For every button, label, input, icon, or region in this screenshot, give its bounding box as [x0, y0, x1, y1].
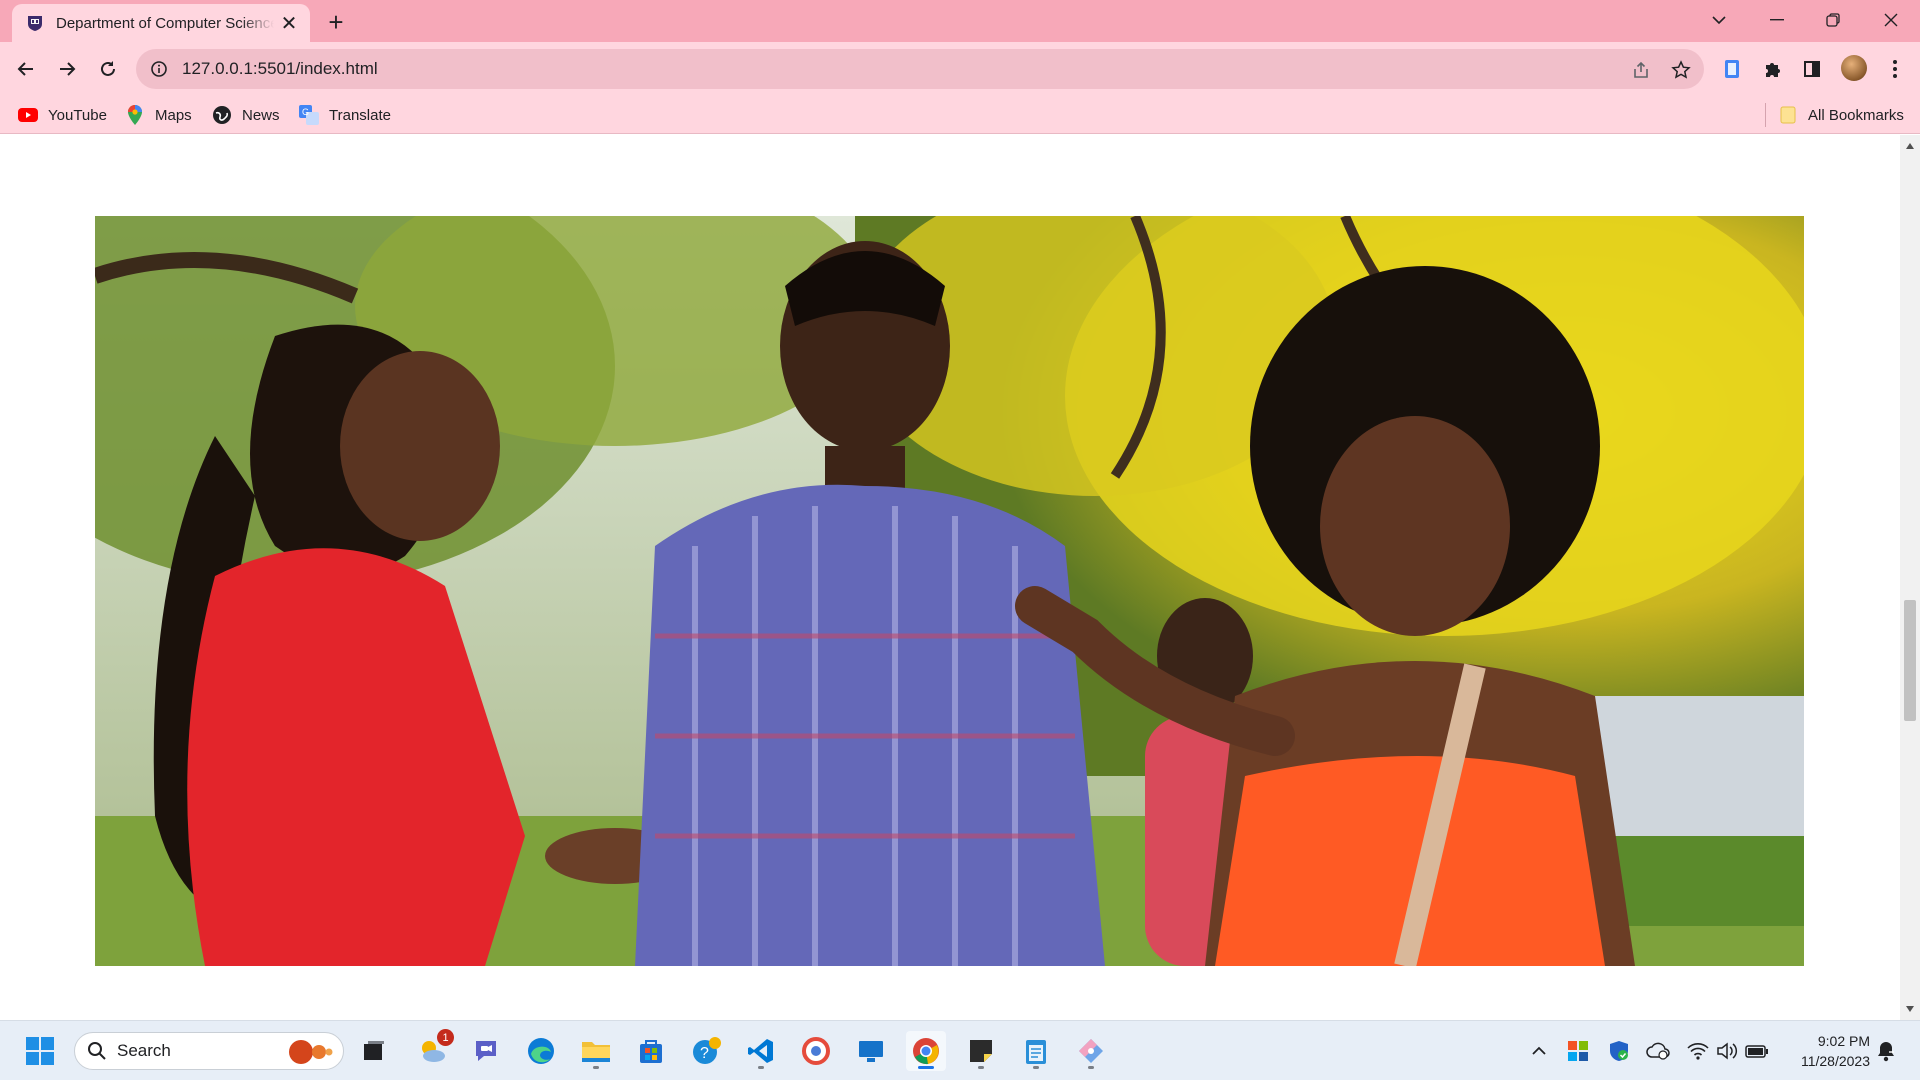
running-indicator: [758, 1066, 764, 1069]
all-bookmarks-button[interactable]: All Bookmarks: [1778, 104, 1904, 126]
bookmark-label: News: [242, 106, 280, 124]
bookmark-star-icon[interactable]: [1668, 57, 1694, 83]
browser-tab-active[interactable]: Department of Computer Science ✕: [12, 4, 310, 42]
extension-doc-icon[interactable]: [1718, 55, 1746, 83]
battery-icon[interactable]: [1745, 1039, 1769, 1063]
browser-toolbar: 127.0.0.1:5501/index.html: [0, 42, 1920, 96]
bookmark-translate[interactable]: G Translate: [299, 104, 391, 126]
notepad-icon[interactable]: [1016, 1031, 1056, 1071]
restore-icon[interactable]: [1804, 0, 1862, 40]
taskbar-search-box[interactable]: Search: [74, 1032, 344, 1070]
widgets-weather-icon[interactable]: 1: [412, 1029, 454, 1071]
bookmark-news[interactable]: News: [212, 104, 280, 126]
profile-avatar[interactable]: [1841, 55, 1867, 81]
chrome-browser-icon[interactable]: [906, 1031, 946, 1071]
notification-badge: 1: [437, 1029, 454, 1046]
task-view-icon[interactable]: [354, 1031, 394, 1071]
tab-close-icon[interactable]: ✕: [278, 12, 300, 35]
reload-icon[interactable]: [92, 53, 124, 85]
system-clock[interactable]: 9:02 PM 11/28/2023: [1780, 1031, 1870, 1071]
side-panel-icon[interactable]: [1798, 55, 1826, 83]
all-bookmarks-label: All Bookmarks: [1808, 106, 1904, 124]
start-windows-icon[interactable]: [20, 1031, 60, 1071]
scroll-up-arrow-icon[interactable]: [1905, 141, 1915, 151]
maps-icon: [125, 105, 145, 125]
bookmarks-divider: [1765, 103, 1766, 127]
edge-browser-icon[interactable]: [521, 1031, 561, 1071]
svg-text:?: ?: [700, 1045, 709, 1062]
share-icon[interactable]: [1628, 57, 1654, 83]
get-help-icon[interactable]: ?: [687, 1031, 727, 1071]
extensions-puzzle-icon[interactable]: [1758, 55, 1786, 83]
close-window-icon[interactable]: [1862, 0, 1920, 40]
url-text[interactable]: 127.0.0.1:5501/index.html: [182, 59, 378, 79]
vscode-icon[interactable]: [741, 1031, 781, 1071]
clock-time: 9:02 PM: [1817, 1033, 1870, 1049]
running-indicator: [978, 1066, 984, 1069]
remote-desktop-icon[interactable]: [851, 1031, 891, 1071]
site-info-icon[interactable]: [148, 58, 170, 80]
running-indicator: [1088, 1066, 1094, 1069]
university-crest-icon: [26, 14, 44, 32]
news-icon: [212, 105, 232, 125]
folder-icon: [1778, 105, 1798, 125]
back-arrow-icon[interactable]: [10, 53, 42, 85]
running-indicator: [1033, 1066, 1039, 1069]
search-label: Search: [117, 1041, 171, 1060]
translate-icon: G: [299, 105, 319, 125]
notification-bell-icon[interactable]: [1874, 1039, 1898, 1063]
search-icon: [87, 1041, 107, 1061]
page-scrollbar[interactable]: [1900, 135, 1920, 1020]
teams-chat-icon[interactable]: [466, 1031, 506, 1071]
page-viewport: [0, 135, 1900, 1020]
onedrive-cloud-icon[interactable]: [1646, 1039, 1670, 1063]
office-tray-icon[interactable]: [1566, 1039, 1590, 1063]
students-photo: [95, 216, 1804, 966]
security-shield-icon[interactable]: [1607, 1039, 1631, 1063]
wifi-icon[interactable]: [1686, 1039, 1710, 1063]
scroll-down-arrow-icon[interactable]: [1905, 1004, 1915, 1014]
address-bar[interactable]: 127.0.0.1:5501/index.html: [136, 49, 1704, 89]
forward-arrow-icon[interactable]: [51, 53, 83, 85]
microsoft-store-icon[interactable]: [631, 1031, 671, 1071]
bookmark-maps[interactable]: Maps: [125, 104, 192, 126]
running-indicator: [593, 1066, 599, 1069]
windows-taskbar: Search 1 ? 9:02 PM 11/28/2023: [0, 1020, 1920, 1080]
tab-search-chevron-icon[interactable]: [1690, 0, 1748, 40]
active-indicator: [918, 1066, 934, 1069]
youtube-icon: [18, 105, 38, 125]
bookmark-label: YouTube: [48, 106, 107, 124]
sticky-notes-icon[interactable]: [961, 1031, 1001, 1071]
tab-title: Department of Computer Science: [56, 14, 274, 32]
bookmark-label: Maps: [155, 106, 192, 124]
clock-date: 11/28/2023: [1800, 1053, 1870, 1069]
app-circle-icon[interactable]: [796, 1031, 836, 1071]
scroll-thumb[interactable]: [1904, 600, 1916, 721]
volume-icon[interactable]: [1715, 1039, 1739, 1063]
bookmark-youtube[interactable]: YouTube: [18, 104, 107, 126]
new-tab-button[interactable]: +: [322, 7, 350, 37]
file-explorer-icon[interactable]: [576, 1031, 616, 1071]
svg-text:G: G: [302, 107, 309, 117]
bookmark-label: Translate: [329, 106, 391, 124]
minimize-icon[interactable]: [1748, 0, 1806, 40]
snipping-tool-icon[interactable]: [1071, 1031, 1111, 1071]
search-highlight-icon: [285, 1039, 333, 1065]
show-hidden-icons-chevron-icon[interactable]: [1527, 1039, 1551, 1063]
hero-photo-students: [95, 216, 1804, 966]
tab-strip: Department of Computer Science ✕ +: [0, 0, 1920, 42]
more-menu-icon[interactable]: [1881, 55, 1909, 83]
bookmarks-bar: YouTube Maps News G Translate All Bookma…: [0, 96, 1920, 134]
